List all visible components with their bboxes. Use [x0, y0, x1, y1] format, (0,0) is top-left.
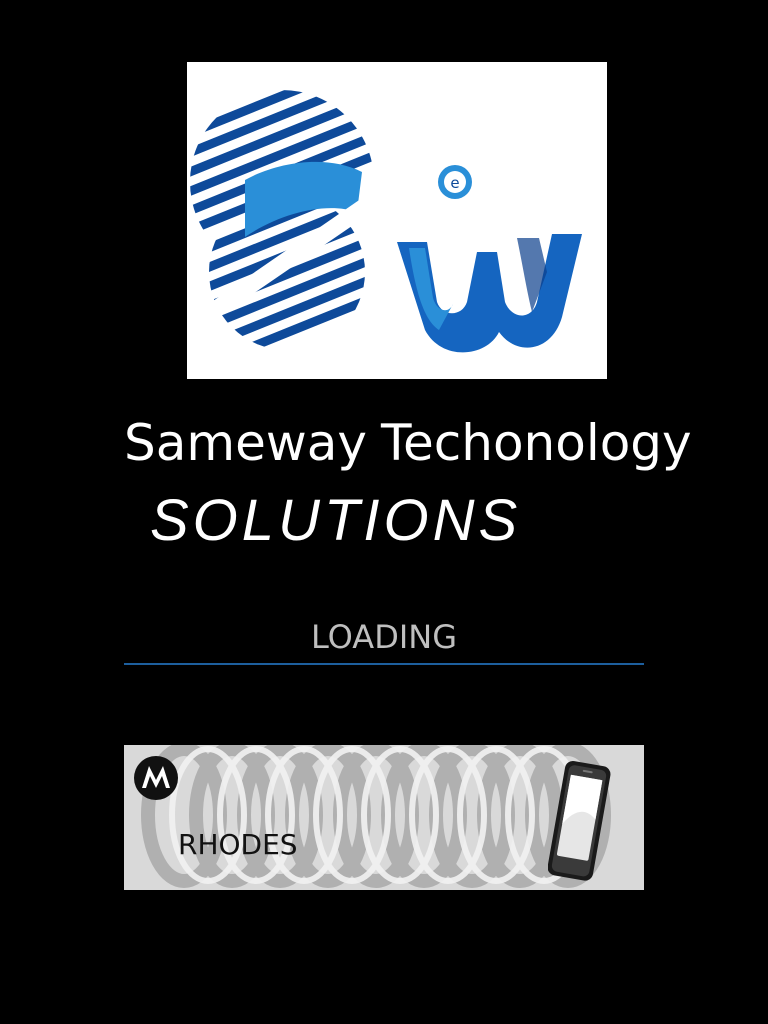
company-logo-icon: e: [190, 90, 582, 353]
splash-screen: e SamewayTechonology SOLUTIONS LOADING: [0, 0, 768, 1024]
motorola-logo-icon: [134, 756, 178, 800]
loading-progress-bar: [124, 663, 644, 665]
company-name-part1: Sameway: [124, 414, 367, 472]
svg-text:e: e: [450, 174, 459, 192]
company-tagline: SOLUTIONS: [150, 488, 522, 553]
smartphone-icon: [548, 760, 611, 881]
loading-label: LOADING: [310, 618, 457, 656]
company-logo: e: [187, 62, 607, 379]
rhodes-label: RHODES: [178, 828, 298, 861]
company-name: Sameway Techonology: [124, 408, 692, 478]
company-name-part2: Techonology: [380, 414, 692, 472]
rhodes-banner: RHODES: [124, 745, 644, 890]
